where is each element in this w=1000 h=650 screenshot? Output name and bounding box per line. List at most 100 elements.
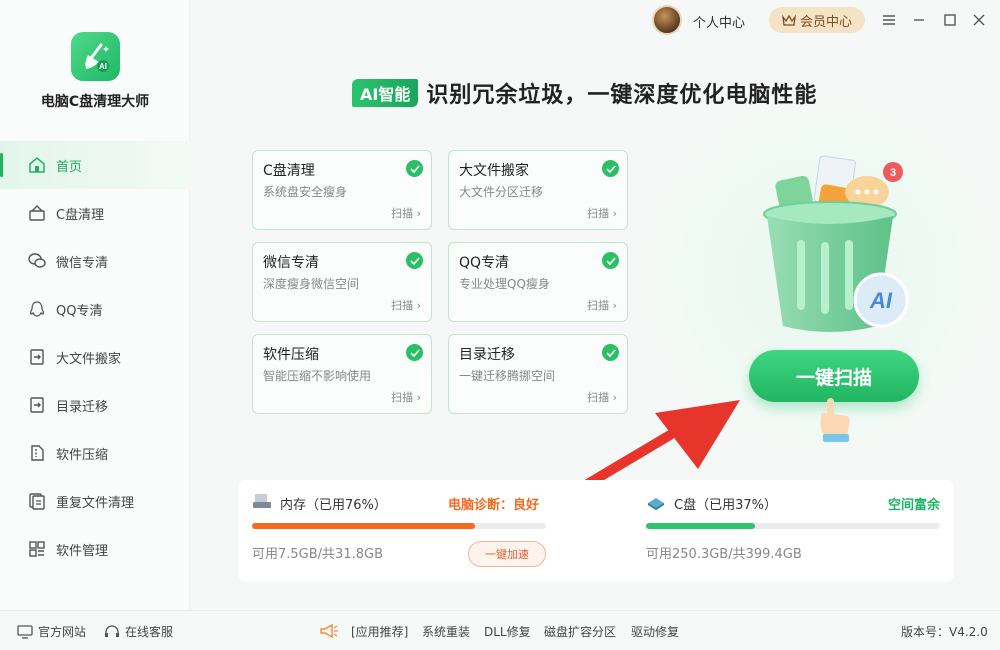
card-scan-link[interactable]: 扫描 › xyxy=(587,205,617,221)
card-qq[interactable]: QQ专清 专业处理QQ瘦身 扫描 › xyxy=(448,242,628,322)
sidebar-item-qq[interactable]: QQ专清 xyxy=(0,285,190,333)
check-icon xyxy=(602,344,619,361)
status-panel: 内存（已用76%） 电脑诊断：良好 可用7.5GB/共31.8GB 一键加速 C… xyxy=(238,480,954,582)
duplicate-icon xyxy=(28,492,46,510)
footer-link-disk-partition[interactable]: 磁盘扩容分区 xyxy=(544,623,616,640)
sidebar-nav: 首页 C盘清理 微信专清 QQ专清 大文件搬家 目录迁移 软件压缩 重复文件清理… xyxy=(0,141,190,573)
minimize-icon[interactable] xyxy=(909,10,929,30)
page-heading: AI智能 识别冗余垃圾，一键深度优化电脑性能 xyxy=(352,77,817,109)
disk-space-status: 空间富余 xyxy=(887,498,940,513)
card-scan-link[interactable]: 扫描 › xyxy=(587,297,617,313)
memory-usage-label: 内存（已用76%） xyxy=(280,498,387,513)
sidebar-item-label: 首页 xyxy=(56,159,83,175)
sidebar-item-label: 软件压缩 xyxy=(56,447,109,463)
sidebar-item-label: 微信专清 xyxy=(56,255,109,271)
footer-link-system-reinstall[interactable]: 系统重装 xyxy=(422,623,470,640)
diagnosis-status: 电脑诊断：良好 xyxy=(448,498,540,513)
crown-icon xyxy=(782,14,796,26)
home-icon xyxy=(28,156,46,174)
online-support-link[interactable]: 在线客服 xyxy=(104,623,173,640)
apps-icon xyxy=(28,540,46,558)
official-website-label: 官方网站 xyxy=(38,625,87,639)
sidebar: AI 电脑C盘清理大师 首页 C盘清理 微信专清 QQ专清 大文件搬家 目录迁移… xyxy=(0,0,190,610)
sidebar-item-file-move[interactable]: 大文件搬家 xyxy=(0,333,190,381)
card-desc: 智能压缩不影响使用 xyxy=(263,369,372,383)
one-click-scan-button[interactable]: 一键扫描 xyxy=(749,350,919,402)
card-c-clean[interactable]: C盘清理 系统盘安全瘦身 扫描 › xyxy=(252,150,432,230)
sidebar-item-label: C盘清理 xyxy=(56,207,105,223)
headset-icon xyxy=(105,624,119,637)
check-icon xyxy=(602,252,619,269)
card-title: QQ专清 xyxy=(459,255,510,271)
card-scan-link[interactable]: 扫描 › xyxy=(391,297,421,313)
ai-badge: AI xyxy=(869,288,893,313)
sidebar-item-label: 重复文件清理 xyxy=(56,495,135,511)
page-title: 识别冗余垃圾，一键深度优化电脑性能 xyxy=(426,83,818,108)
card-title: 微信专清 xyxy=(263,255,319,271)
sidebar-item-home[interactable]: 首页 xyxy=(0,141,190,189)
version-label: 版本号：V4.2.0 xyxy=(901,625,988,639)
card-title: 目录迁移 xyxy=(459,347,515,363)
check-icon xyxy=(406,252,423,269)
memory-bar-fill xyxy=(252,523,476,529)
footer-link-dll-repair[interactable]: DLL修复 xyxy=(484,623,531,640)
check-icon xyxy=(406,344,423,361)
card-scan-link[interactable]: 扫描 › xyxy=(391,205,421,221)
trash-bin-illustration: 3 AI xyxy=(763,155,909,332)
memory-bar-track xyxy=(252,523,546,529)
sidebar-item-label: 目录迁移 xyxy=(56,399,109,415)
sidebar-item-zip[interactable]: 软件压缩 xyxy=(0,429,190,477)
sidebar-item-wechat[interactable]: 微信专清 xyxy=(0,237,190,285)
vip-center-label: 会员中心 xyxy=(799,14,852,30)
app-logo: AI xyxy=(71,32,120,81)
svg-text:AI: AI xyxy=(99,62,107,71)
title-bar: 个人中心 会员中心 xyxy=(190,0,1000,40)
sidebar-item-folder-migrate[interactable]: 目录迁移 xyxy=(0,381,190,429)
boost-button[interactable]: 一键加速 xyxy=(468,541,546,567)
footer-link-app-recommend[interactable]: [应用推荐] xyxy=(351,623,408,640)
zip-icon xyxy=(28,444,46,462)
avatar[interactable] xyxy=(652,5,682,35)
card-wechat[interactable]: 微信专清 深度瘦身微信空间 扫描 › xyxy=(252,242,432,322)
sidebar-item-label: 软件管理 xyxy=(56,543,109,559)
monitor-icon xyxy=(17,624,33,639)
card-desc: 系统盘安全瘦身 xyxy=(263,185,348,199)
ai-tag: AI智能 xyxy=(352,79,419,107)
memory-available: 可用7.5GB/共31.8GB xyxy=(252,547,383,562)
card-zip[interactable]: 软件压缩 智能压缩不影响使用 扫描 › xyxy=(252,334,432,414)
pointing-hand-icon xyxy=(820,398,850,442)
file-move-icon xyxy=(28,348,46,366)
card-desc: 大文件分区迁移 xyxy=(459,185,544,199)
app-title: 电脑C盘清理大师 xyxy=(40,94,150,110)
check-icon xyxy=(602,160,619,177)
card-title: C盘清理 xyxy=(263,163,315,179)
footer-link-driver-repair[interactable]: 驱动修复 xyxy=(631,623,679,640)
card-file-move[interactable]: 大文件搬家 大文件分区迁移 扫描 › xyxy=(448,150,628,230)
sidebar-item-c-clean[interactable]: C盘清理 xyxy=(0,189,190,237)
official-website-link[interactable]: 官方网站 xyxy=(17,623,86,640)
wechat-icon xyxy=(28,252,46,270)
menu-icon[interactable] xyxy=(879,10,899,30)
sidebar-item-label: QQ专清 xyxy=(56,303,103,319)
sidebar-item-label: 大文件搬家 xyxy=(56,351,122,367)
close-icon[interactable] xyxy=(969,10,989,30)
disk-usage-label: C盘（已用37%） xyxy=(674,498,777,513)
disk-clean-icon xyxy=(28,204,46,222)
online-support-label: 在线客服 xyxy=(125,625,174,639)
card-desc: 深度瘦身微信空间 xyxy=(263,277,360,291)
footer: 官方网站 在线客服 [应用推荐] 系统重装 DLL修复 磁盘扩容分区 驱动修复 … xyxy=(0,610,1000,650)
card-desc: 专业处理QQ瘦身 xyxy=(459,277,550,291)
vip-center-button[interactable]: 会员中心 xyxy=(769,7,865,33)
disk-bar-fill xyxy=(646,523,755,529)
maximize-icon[interactable] xyxy=(940,10,960,30)
memory-icon xyxy=(253,494,271,508)
sidebar-item-apps[interactable]: 软件管理 xyxy=(0,525,190,573)
disk-icon xyxy=(648,498,664,510)
disk-bar-track xyxy=(646,523,940,529)
user-center-link[interactable]: 个人中心 xyxy=(693,12,745,31)
card-scan-link[interactable]: 扫描 › xyxy=(391,389,421,405)
card-title: 大文件搬家 xyxy=(459,163,529,179)
sidebar-item-duplicate[interactable]: 重复文件清理 xyxy=(0,477,190,525)
notification-badge: 3 xyxy=(890,167,896,179)
disk-available: 可用250.3GB/共399.4GB xyxy=(646,547,802,562)
